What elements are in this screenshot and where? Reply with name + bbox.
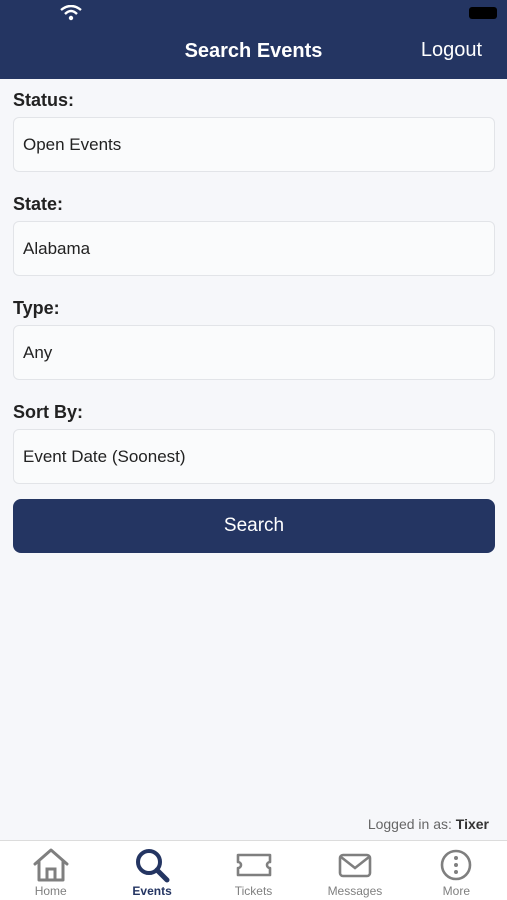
status-select[interactable]: Open Events: [13, 117, 495, 172]
type-label: Type:: [13, 298, 60, 318]
tab-home[interactable]: Home: [0, 841, 101, 900]
tab-home-label: Home: [34, 884, 67, 898]
wifi-icon: [60, 5, 82, 21]
tab-more[interactable]: More: [406, 841, 507, 900]
search-form: Status: Open Events State: Alabama Type:…: [13, 88, 495, 504]
app-header: Search Events Logout: [0, 0, 507, 79]
logged-in-user: Tixer: [455, 816, 489, 832]
home-icon: [33, 848, 69, 882]
tab-events[interactable]: Events: [101, 841, 202, 900]
type-value: Any: [23, 342, 53, 362]
search-button[interactable]: Search: [13, 499, 495, 553]
status-bar: [0, 0, 507, 28]
logged-in-label: Logged in as:: [367, 816, 452, 832]
state-label: State:: [13, 194, 64, 214]
tab-messages-label: Messages: [327, 884, 383, 898]
tab-tickets[interactable]: Tickets: [203, 841, 304, 900]
type-select[interactable]: Any: [13, 325, 495, 380]
battery-icon: [469, 7, 497, 19]
sort-value: Event Date (Soonest): [23, 446, 186, 466]
logged-in-status: Logged in as: Tixer: [368, 816, 489, 832]
state-select[interactable]: Alabama: [13, 221, 495, 276]
status-label: Status:: [13, 90, 75, 110]
tab-messages[interactable]: Messages: [304, 841, 405, 900]
ticket-icon: [236, 853, 271, 877]
more-icon: [441, 849, 472, 881]
tab-events-label: Events: [132, 884, 172, 898]
tab-bar: Home Events Tickets Messages More: [0, 840, 507, 900]
status-value: Open Events: [23, 134, 122, 154]
tab-more-label: More: [442, 884, 470, 898]
tab-tickets-label: Tickets: [234, 884, 273, 898]
state-value: Alabama: [23, 238, 91, 258]
envelope-icon: [338, 853, 372, 878]
search-icon: [136, 849, 170, 883]
sort-select[interactable]: Event Date (Soonest): [13, 429, 495, 484]
sort-label: Sort By:: [13, 402, 84, 422]
logout-button[interactable]: Logout: [421, 39, 482, 62]
